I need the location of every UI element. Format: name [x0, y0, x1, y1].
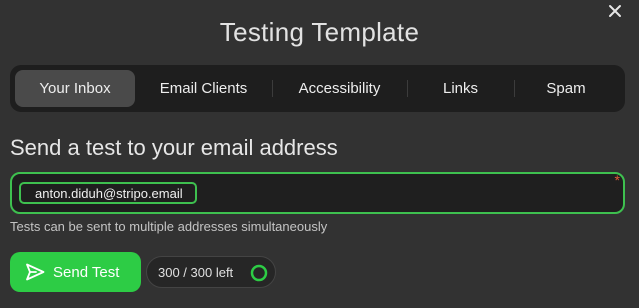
section-heading: Send a test to your email address	[10, 135, 338, 160]
tab-email-clients[interactable]: Email Clients	[135, 70, 272, 107]
tab-links[interactable]: Links	[407, 70, 514, 107]
send-icon	[26, 263, 45, 281]
close-icon[interactable]	[607, 3, 623, 19]
email-field[interactable]: anton.diduh@stripo.email *	[10, 172, 625, 214]
tab-label: Email Clients	[159, 80, 248, 97]
tab-label: Links	[442, 80, 479, 97]
tab-accessibility[interactable]: Accessibility	[272, 70, 407, 107]
quota-counter: 300 / 300 left	[146, 256, 276, 288]
tab-spam[interactable]: Spam	[514, 70, 618, 107]
field-hint: Tests can be sent to multiple addresses …	[10, 219, 328, 234]
required-marker: *	[614, 172, 620, 188]
send-test-label: Send Test	[53, 263, 120, 281]
tab-label: Spam	[546, 80, 586, 97]
tab-label: Your Inbox	[39, 80, 111, 97]
quota-text: 300 / 300 left	[158, 264, 234, 280]
recipient-chip[interactable]: anton.diduh@stripo.email	[19, 182, 197, 204]
dialog-title: Testing Template	[219, 17, 420, 47]
tab-your-inbox[interactable]: Your Inbox	[15, 70, 135, 107]
send-test-button[interactable]: Send Test	[10, 252, 141, 292]
quota-ring-icon	[250, 264, 268, 282]
tab-label: Accessibility	[298, 80, 381, 97]
recipient-email: anton.diduh@stripo.email	[35, 185, 183, 201]
tab-bar: Your Inbox Email Clients Accessibility L…	[10, 65, 625, 112]
